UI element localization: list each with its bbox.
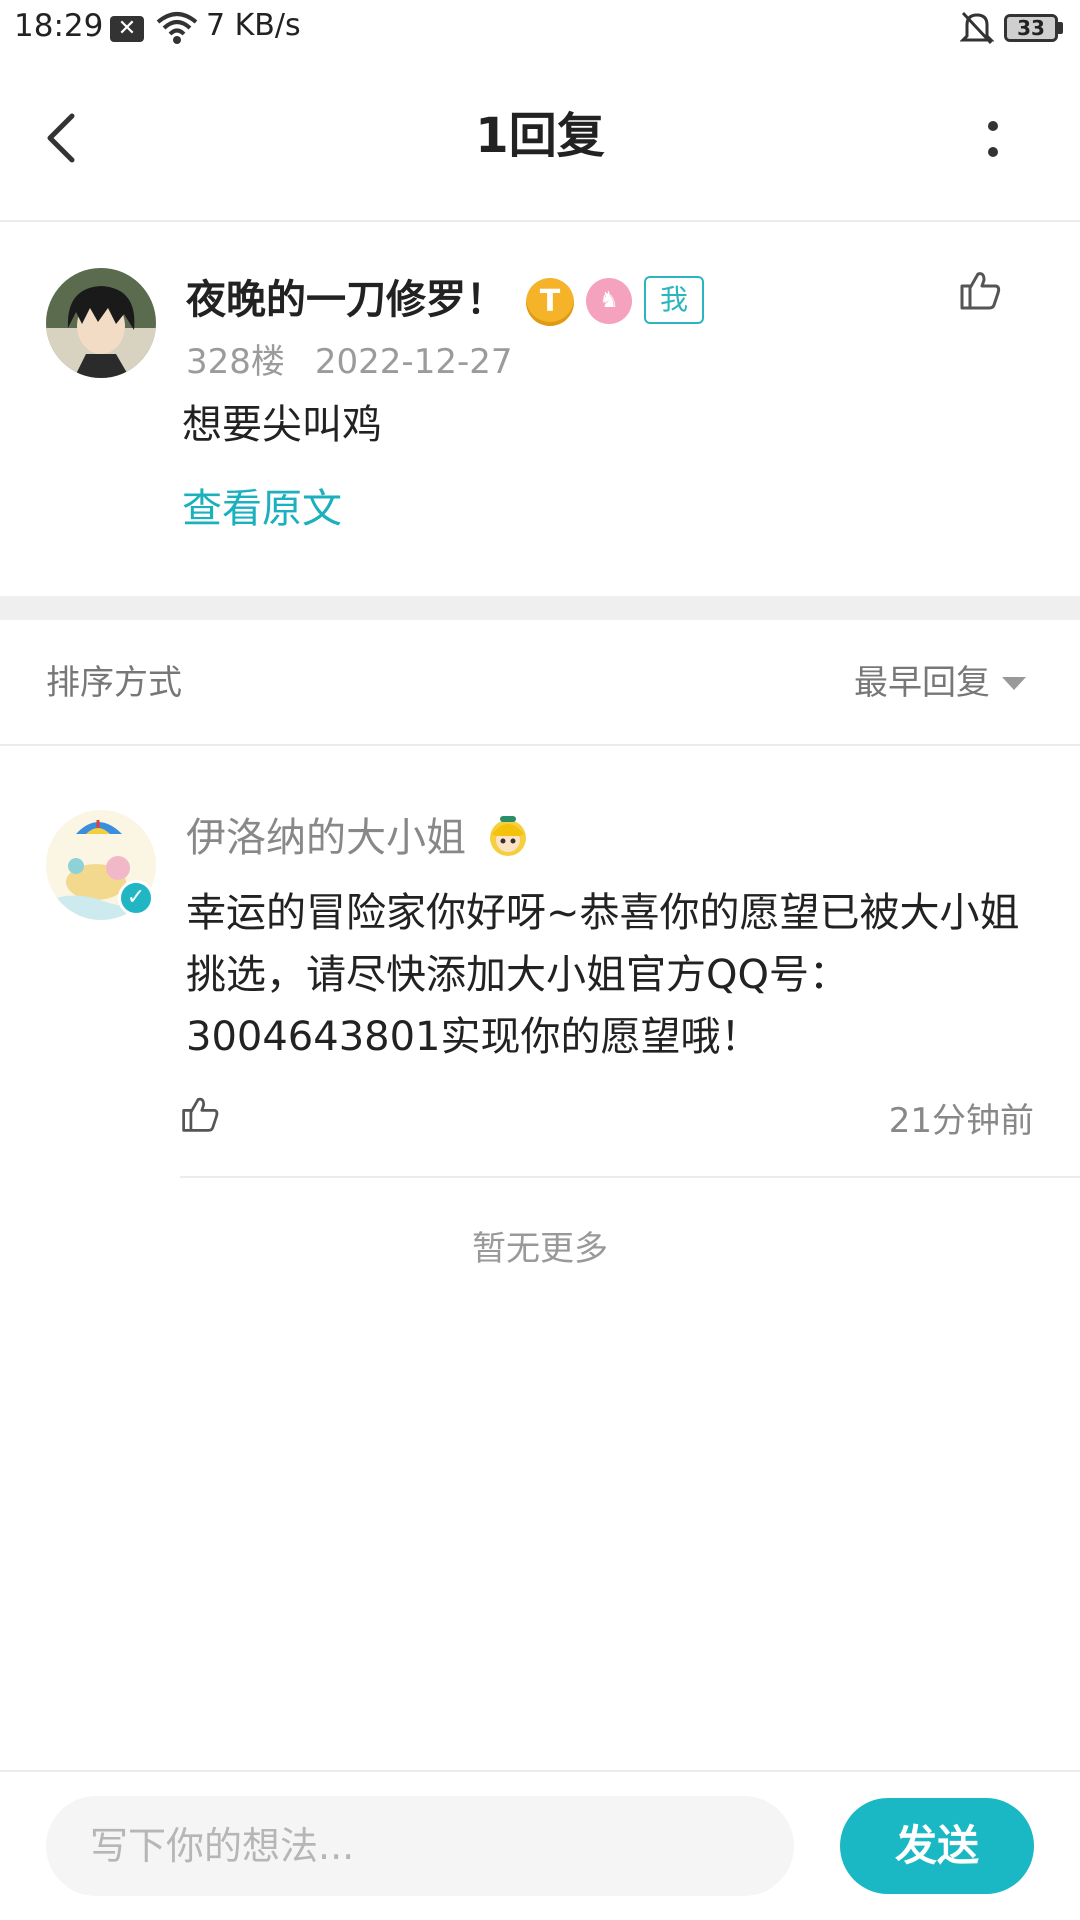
reply-thumbs-up-icon[interactable] — [180, 1094, 220, 1138]
more-options-icon[interactable] — [986, 120, 1000, 164]
caret-down-icon[interactable] — [1002, 676, 1026, 695]
reply-divider — [180, 1176, 1080, 1178]
cartoon-girl-badge-icon — [484, 812, 532, 864]
verified-check-icon: ✓ — [118, 880, 154, 916]
level-t-badge-icon: T — [526, 278, 574, 326]
view-original-link[interactable]: 查看原文 — [182, 482, 342, 536]
no-more-text: 暂无更多 — [472, 1229, 608, 1269]
status-time: 18:29 — [14, 8, 104, 44]
send-button[interactable]: 发送 — [840, 1798, 1034, 1894]
battery-level: 33 — [1007, 17, 1055, 39]
pink-medal-badge-icon: ♞ — [586, 278, 632, 324]
network-speed: 7 KB/s — [206, 8, 301, 43]
comment-meta: 328楼 2022-12-27 — [186, 340, 543, 384]
wifi-icon — [156, 10, 198, 50]
page-title: 1回复 — [475, 108, 605, 164]
notification-x-icon: ✕ — [110, 16, 144, 42]
sort-dropdown[interactable]: 最早回复 — [854, 660, 990, 706]
reply-time: 21分钟前 — [888, 1101, 1034, 1141]
back-arrow-icon[interactable] — [44, 112, 80, 168]
comment-date: 2022-12-27 — [314, 342, 513, 382]
reply-content: 幸运的冒险家你好呀~恭喜你的愿望已被大小姐挑选，请尽快添加大小姐官方QQ号：30… — [186, 890, 1020, 1060]
thumbs-up-icon[interactable] — [958, 268, 1002, 316]
bell-muted-icon — [959, 10, 995, 50]
replier-username[interactable]: 伊洛纳的大小姐 — [186, 810, 466, 866]
comment-input[interactable] — [46, 1796, 794, 1896]
floor-number: 328楼 — [186, 342, 285, 382]
commenter-username[interactable]: 夜晚的一刀修罗！ — [186, 270, 506, 330]
battery-cap — [1058, 22, 1063, 34]
comment-content: 想要尖叫鸡 — [182, 402, 382, 448]
commenter-avatar[interactable] — [46, 268, 156, 378]
section-divider — [0, 596, 1080, 620]
sort-label: 排序方式 — [46, 663, 182, 703]
me-badge: 我 — [644, 276, 704, 324]
